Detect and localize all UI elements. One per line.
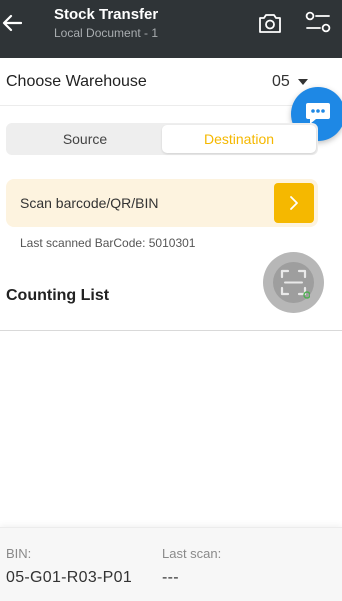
scan-submit-button[interactable] xyxy=(274,183,314,223)
divider xyxy=(0,330,342,331)
camera-button[interactable] xyxy=(256,10,284,36)
scan-barcode-button[interactable] xyxy=(263,252,324,313)
filter-icon xyxy=(305,11,331,33)
bin-info: BIN: 05-G01-R03-P01 xyxy=(6,546,132,588)
arrow-left-icon xyxy=(2,14,22,32)
tab-source[interactable]: Source xyxy=(8,125,162,153)
tab-destination[interactable]: Destination xyxy=(162,125,316,153)
back-button[interactable] xyxy=(0,9,24,37)
camera-icon xyxy=(259,14,281,33)
scan-input[interactable]: Scan barcode/QR/BIN xyxy=(6,179,318,227)
last-scan-info: Last scan: --- xyxy=(162,546,221,588)
header-titles: Stock Transfer Local Document - 1 xyxy=(54,6,158,42)
page-subtitle: Local Document - 1 xyxy=(54,26,159,40)
caret-down-icon xyxy=(297,79,308,85)
bin-label: BIN: xyxy=(6,546,32,561)
last-scan-value: --- xyxy=(162,569,179,586)
warehouse-dropdown[interactable]: 05 xyxy=(272,73,308,91)
scan-placeholder: Scan barcode/QR/BIN xyxy=(20,195,159,211)
source-destination-toggle: Source Destination xyxy=(6,123,318,155)
counting-list-title: Counting List xyxy=(6,287,110,304)
chevron-right-icon xyxy=(290,196,298,210)
bin-value: 05-G01-R03-P01 xyxy=(6,569,133,586)
page-title: Stock Transfer xyxy=(54,6,159,23)
status-footer: BIN: 05-G01-R03-P01 Last scan: --- xyxy=(0,527,342,601)
app-bar: Stock Transfer Local Document - 1 xyxy=(0,0,342,58)
filter-button[interactable] xyxy=(302,8,334,38)
warehouse-selector[interactable]: Choose Warehouse 05 xyxy=(0,58,342,106)
warehouse-value: 05 xyxy=(272,73,290,90)
scan-frame-icon xyxy=(280,269,310,299)
last-scan-label: Last scan: xyxy=(162,546,222,561)
warehouse-label: Choose Warehouse xyxy=(6,73,147,90)
last-scanned-text: Last scanned BarCode: 5010301 xyxy=(20,236,196,250)
